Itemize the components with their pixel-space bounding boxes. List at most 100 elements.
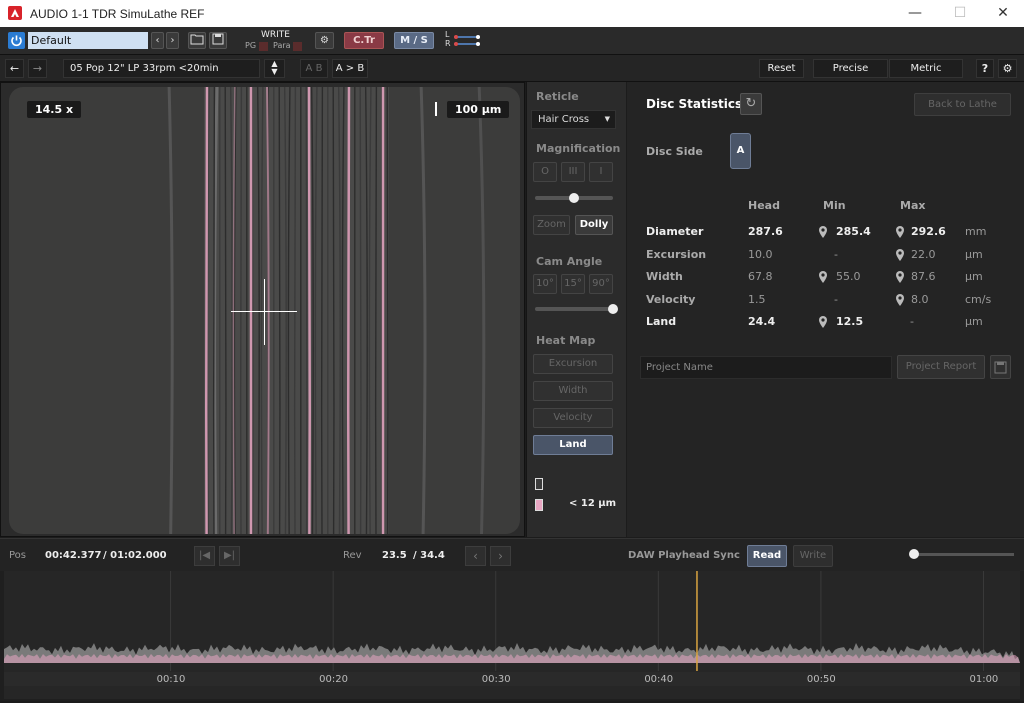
magnification-slider-knob[interactable] [569,193,579,203]
location-pin-icon[interactable] [818,315,828,329]
stat-max-value: 292.6 [911,225,946,238]
stat-head-value: 24.4 [748,315,776,328]
timeline-tick-label: 00:40 [644,674,674,685]
zoom-button[interactable]: Zoom [533,215,570,235]
stat-head-value: 287.6 [748,225,783,238]
maximize-button[interactable]: ☐ [945,3,975,23]
app-logo-icon [8,6,22,20]
legend-label: < 12 µm [569,498,617,509]
location-pin-icon[interactable] [895,248,905,262]
project-stepper[interactable]: ▲ ▼ [264,59,285,78]
write-button[interactable]: Write [793,545,833,567]
forward-button[interactable]: → [28,59,47,78]
angle-button-15[interactable]: 15° [561,274,585,294]
rev-total: / 34.4 [413,550,445,561]
timeline-zoom-knob[interactable] [909,549,919,559]
magnification-label: Magnification [536,142,621,155]
heatmap-velocity-button[interactable]: Velocity [533,408,613,428]
pos-label: Pos [9,550,27,561]
daw-sync-label: DAW Playhead Sync [628,550,740,561]
refresh-button[interactable]: ↻ [740,93,762,115]
ctr-button[interactable]: C.Tr [344,32,384,49]
project-name-input[interactable]: Project Name [640,356,892,379]
heatmap-excursion-button[interactable]: Excursion [533,354,613,374]
stat-row-label: Width [646,270,683,283]
top-toolbar: Default ‹ › WRITE PG Para ⚙ C.Tr M / S L… [0,27,1024,55]
ms-button[interactable]: M / S [394,32,434,49]
precise-button[interactable]: Precise [813,59,888,78]
arrow-left-icon: ← [9,62,20,75]
location-pin-icon[interactable] [895,293,905,307]
stat-min-value: 285.4 [836,225,871,238]
read-button[interactable]: Read [747,545,787,567]
rev-next-button[interactable]: › [490,546,511,566]
reticle-select[interactable]: Hair Cross ▼ [531,110,616,129]
title-bar: AUDIO 1-1 TDR SimuLathe REF — ☐ ✕ [0,0,1024,27]
close-button[interactable]: ✕ [988,3,1018,23]
save-report-button[interactable] [990,355,1011,379]
project-selector[interactable]: 05 Pop 12" LP 33rpm <20min [63,59,260,78]
gear-icon: ⚙ [320,35,329,46]
reset-button[interactable]: Reset [759,59,804,78]
rev-prev-button[interactable]: ‹ [465,546,486,566]
heatmap-land-button[interactable]: Land [533,435,613,455]
save-icon [994,361,1007,374]
preset-next-button[interactable]: › [166,32,179,49]
rev-value: 23.5 [382,550,407,561]
stat-row-label: Land [646,315,677,328]
preset-field[interactable]: Default [28,32,148,49]
angle-button-10[interactable]: 10° [533,274,557,294]
open-button[interactable] [188,32,206,49]
save-button[interactable] [209,32,227,49]
chevron-left-icon: ‹ [473,549,478,563]
mag-button-iii[interactable]: III [561,162,585,182]
location-pin-icon[interactable] [895,270,905,284]
power-button[interactable] [8,32,25,49]
folder-icon [190,34,204,45]
metric-button[interactable]: Metric [889,59,963,78]
reticle-value: Hair Cross [538,114,590,125]
skip-start-button[interactable]: |◀ [194,546,215,566]
back-button[interactable]: ← [5,59,24,78]
project-report-button[interactable]: Project Report [897,355,985,379]
minimize-button[interactable]: — [900,3,930,23]
stat-unit: µm [965,270,983,283]
back-to-lathe-button[interactable]: Back to Lathe [914,93,1011,116]
mag-button-o[interactable]: O [533,162,557,182]
chevron-right-icon: › [498,549,503,563]
dolly-button[interactable]: Dolly [575,215,613,235]
preset-prev-button[interactable]: ‹ [151,32,164,49]
help-button[interactable]: ? [976,59,994,78]
scale-bar-icon [435,102,437,116]
preferences-button[interactable]: ⚙ [998,59,1017,78]
scale-badge: 100 µm [447,101,510,118]
microscope-view[interactable]: 14.5 x 100 µm [9,87,520,534]
para-checkbox[interactable] [293,42,302,51]
cam-angle-label: Cam Angle [536,255,603,268]
cam-angle-slider-knob[interactable] [608,304,618,314]
pos-total: / 01:02.000 [103,550,167,561]
location-pin-icon[interactable] [818,225,828,239]
timeline-zoom-slider[interactable] [912,553,1014,556]
settings-button[interactable]: ⚙ [315,32,334,49]
stat-row-label: Velocity [646,292,696,306]
timeline[interactable]: 00:10 00:20 00:30 00:40 00:50 01:00 [4,571,1020,699]
chevron-right-icon: › [170,35,175,46]
location-pin-icon[interactable] [895,225,905,239]
a-to-b-button[interactable]: A > B [332,59,368,78]
ab-button[interactable]: A B [300,59,328,78]
r-label: R [445,39,451,48]
disc-side-button[interactable]: A [730,133,751,169]
lr-routing-icon[interactable] [452,31,484,49]
transport-panel: Pos 00:42.377 / 01:02.000 |◀ ▶| Rev 23.5… [0,538,1024,701]
pg-checkbox[interactable] [259,42,268,51]
location-pin-icon[interactable] [818,270,828,284]
timeline-tick-label: 00:20 [319,674,348,685]
cam-angle-slider[interactable] [535,307,613,311]
mag-button-i[interactable]: I [589,162,613,182]
stat-row-label: Excursion [646,247,707,261]
skip-end-button[interactable]: ▶| [219,546,240,566]
stat-row-label: Diameter [646,225,704,238]
angle-button-90[interactable]: 90° [589,274,613,294]
heatmap-width-button[interactable]: Width [533,381,613,401]
